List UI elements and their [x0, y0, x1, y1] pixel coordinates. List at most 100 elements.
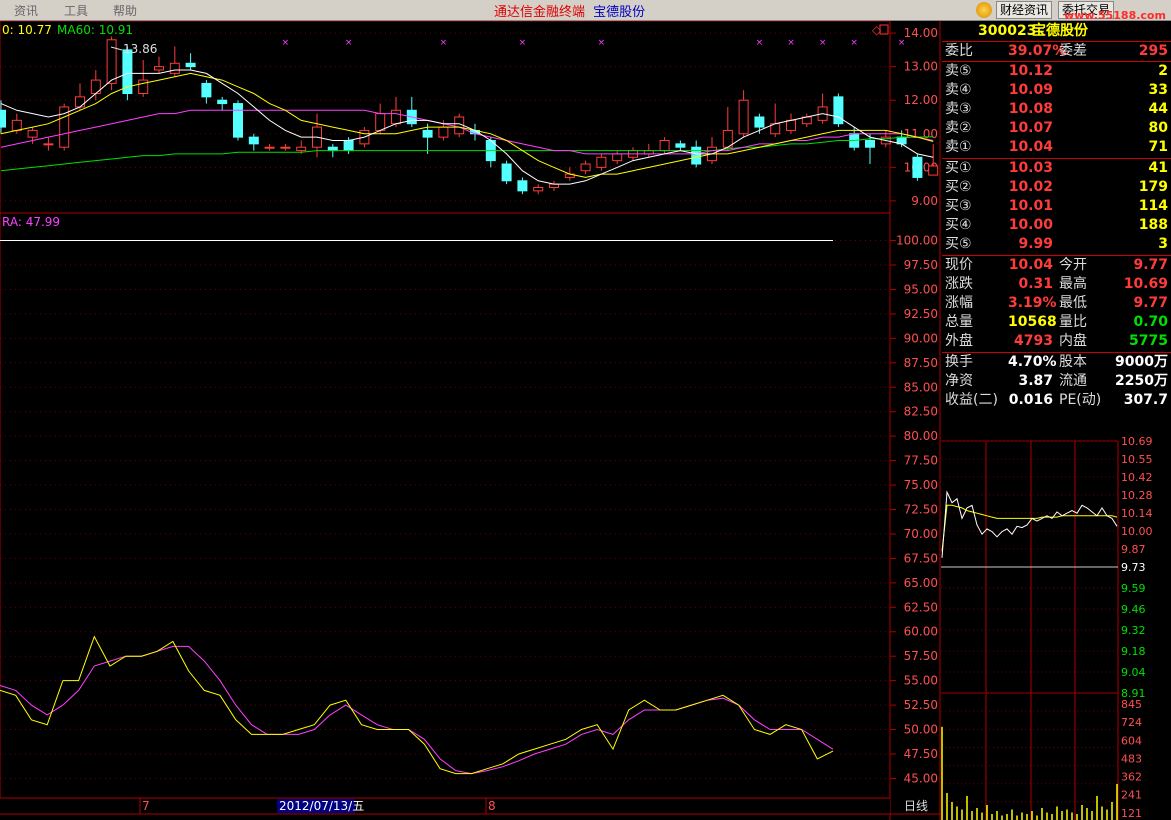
candle-body: [501, 163, 512, 182]
stat-value: 10.69: [1123, 276, 1168, 292]
event-marker-icon: ×: [345, 38, 353, 48]
intraday-tick-label: 9.32: [1121, 624, 1146, 637]
stat-value: 3.19%: [1008, 295, 1057, 311]
bid-price: 9.99: [1018, 236, 1053, 252]
fundamental-label: 流通: [1059, 373, 1087, 389]
stat-row: 现价 10.04 今开 9.77: [942, 256, 1171, 275]
time-label-month: 7: [142, 799, 150, 813]
kline-tick-label: 13.00: [904, 60, 938, 74]
time-cursor-label: 2012/07/13/五: [279, 799, 364, 813]
intraday-avg-line: [941, 504, 1118, 552]
stat-row: 总量 10568 量比 0.70: [942, 313, 1171, 332]
stat-value: 9.77: [1133, 257, 1168, 273]
candle-body: [217, 99, 228, 105]
kline-tick-label: 14.00: [904, 26, 938, 40]
order-ratio-value: 39.07%: [1008, 43, 1067, 59]
volume-tick-label: 121: [1121, 807, 1142, 820]
candle-body: [865, 140, 875, 148]
fundamental-label: PE(动): [1059, 392, 1102, 408]
bid-label: 买③: [945, 198, 972, 214]
candle-body: [391, 109, 401, 125]
stat-row: 涨跌 0.31 最高 10.69: [942, 275, 1171, 294]
candle-body: [327, 146, 338, 152]
indicator-tick-label: 67.50: [904, 551, 938, 565]
candle-body: [59, 106, 70, 148]
app-name: 通达信金融终端: [494, 5, 586, 20]
bid-label: 买⑤: [945, 236, 972, 252]
indicator-panel: 100.00 97.50 95.00 92.50 90.00 87.50 85.00 82.5…: [0, 215, 938, 785]
time-label-month: 8: [488, 799, 496, 813]
candle-body: [912, 156, 923, 178]
volume-tick-label: 483: [1121, 752, 1142, 765]
candle-body: [90, 79, 101, 95]
order-ratio-label: 委比: [945, 43, 973, 59]
fundamental-row: 收益(二) 0.016 PE(动) 307.7: [942, 391, 1171, 410]
menu-item-news[interactable]: 资讯: [14, 2, 38, 19]
ask-price: 10.04: [1008, 139, 1053, 155]
candle-body: [786, 119, 796, 131]
ma-magenta-line: [0, 109, 934, 155]
ask-volume: 71: [1148, 139, 1168, 155]
bid-row: 买③ 10.01 114: [942, 197, 1171, 216]
menu-item-tools[interactable]: 工具: [64, 2, 88, 19]
period-label: 日线: [904, 799, 928, 813]
candle-body: [0, 109, 6, 128]
bid-volume: 3: [1158, 236, 1168, 252]
candle-body: [280, 146, 291, 149]
fundamental-row: 换手 4.70% 股本 9000万: [942, 353, 1171, 372]
candle-body: [596, 156, 607, 168]
stock-name: 宝德股份: [1032, 23, 1088, 39]
stock-code: 300023: [978, 23, 1037, 39]
stat-value: 9.77: [1133, 295, 1168, 311]
stat-value: 0.31: [1018, 276, 1053, 292]
event-marker-icon: ×: [598, 38, 606, 48]
fundamental-value: 3.87: [1018, 373, 1053, 389]
volume-tick-label: 724: [1121, 716, 1142, 729]
indicator-tick-label: 50.00: [904, 723, 938, 737]
stat-row: 涨幅 3.19% 最低 9.77: [942, 294, 1171, 313]
indicator-tick-label: 72.50: [904, 503, 938, 517]
intraday-price-line: [941, 490, 1118, 558]
candle-body: [248, 136, 259, 145]
intraday-tick-label: 10.42: [1121, 471, 1153, 484]
candle-body: [422, 129, 433, 138]
kline-panel: 14.0013.0012.0011.0010.009.00××××××××××0…: [0, 23, 939, 208]
indicator-tick-label: 75.00: [904, 478, 938, 492]
intraday-tick-label: 9.18: [1121, 645, 1146, 658]
event-marker-icon: ×: [519, 38, 527, 48]
indicator-tick-label: 60.00: [904, 625, 938, 639]
indicator-tick-label: 87.50: [904, 356, 938, 370]
indicator-legend: RA: 47.99: [2, 215, 60, 229]
candle-body: [691, 146, 702, 165]
menu-item-help[interactable]: 帮助: [113, 2, 137, 19]
indicator-magenta-line: [0, 645, 834, 775]
ma60-legend: MA60: 10.91: [57, 23, 133, 37]
indicator-tick-label: 65.00: [904, 576, 938, 590]
stat-label: 内盘: [1059, 333, 1087, 349]
prev-close-label: 9.73: [1121, 561, 1146, 574]
event-marker-icon: ×: [440, 38, 448, 48]
intraday-tick-label: 9.46: [1121, 603, 1146, 616]
event-marker-icon: ×: [756, 38, 764, 48]
ask-row: 卖③ 10.08 44: [942, 100, 1171, 119]
ask-row: 卖① 10.04 71: [942, 138, 1171, 157]
ma-green-line: [0, 136, 934, 172]
time-axis: 7 2012/07/13/五 8 日线: [0, 797, 940, 815]
candle-body: [517, 180, 528, 192]
fundamental-value: 307.7: [1123, 392, 1168, 408]
indicator-tick-label: 47.50: [904, 747, 938, 761]
ask-volume: 33: [1148, 82, 1168, 98]
bid-row: 买① 10.03 41: [942, 159, 1171, 178]
candle-body: [375, 113, 386, 131]
fundamental-value: 2250万: [1115, 373, 1168, 389]
ask-label: 卖④: [945, 82, 972, 98]
candle-body: [138, 79, 149, 95]
candle-body: [43, 143, 54, 146]
bid-label: 买④: [945, 217, 972, 233]
ask-volume: 2: [1158, 63, 1168, 79]
finance-news-button[interactable]: 财经资讯: [996, 1, 1053, 19]
logo-icon: [976, 2, 992, 18]
stat-label: 最高: [1059, 276, 1087, 292]
high-price-label: 13.86: [123, 42, 157, 56]
stat-value: 5775: [1129, 333, 1168, 349]
